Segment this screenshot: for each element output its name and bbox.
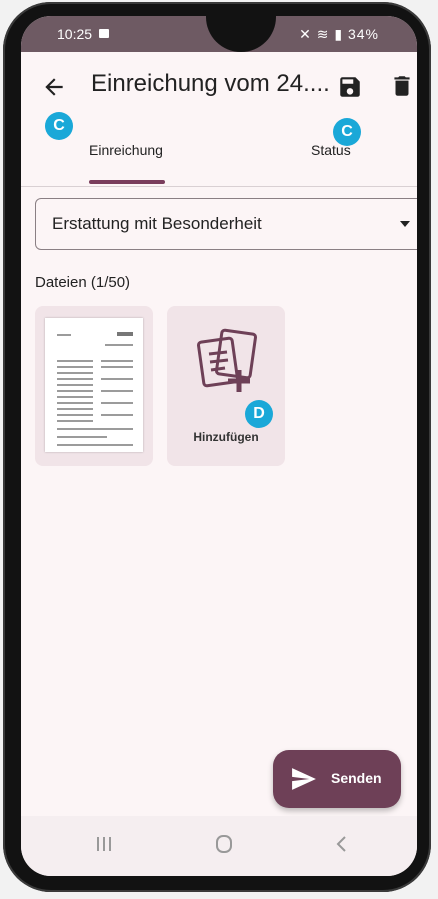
document-thumbnail [45,318,143,452]
delete-icon[interactable] [389,72,415,100]
home-icon[interactable] [209,832,239,856]
app-bar: Einreichung vom 24.... C C [21,52,417,146]
tab-bar: Einreichung Status [21,130,417,187]
status-right: ✕ ≋ ▮ 34% [299,26,379,43]
tab-status[interactable]: Status [311,142,351,158]
gallery-notification-icon [99,29,109,38]
file-thumbnail-card[interactable] [35,306,153,466]
save-icon[interactable] [337,74,363,100]
status-time: 10:25 [57,26,93,42]
nav-back-icon[interactable] [327,832,357,856]
add-file-button[interactable]: Hinzufügen D [167,306,285,466]
add-document-icon [196,328,258,392]
signal-icons: ✕ ≋ ▮ [299,26,344,42]
tab-indicator [89,180,165,184]
send-icon [292,768,316,790]
send-label: Senden [331,770,382,786]
select-value: Erstattung mit Besonderheit [52,214,262,233]
screen: 10:25 ✕ ≋ ▮ 34% Einreichung vom 24.... C… [21,16,417,876]
add-file-label: Hinzufügen [193,430,259,444]
phone-frame: 10:25 ✕ ≋ ▮ 34% Einreichung vom 24.... C… [3,2,431,892]
back-arrow-icon[interactable] [41,74,67,100]
files-count-label: Dateien (1/50) [35,274,131,291]
battery-percent: 34% [347,26,379,42]
tab-einreichung[interactable]: Einreichung [89,142,163,158]
page-title: Einreichung vom 24.... [91,70,330,97]
annotation-badge-d: D [245,400,273,428]
reimbursement-type-select[interactable]: Erstattung mit Besonderheit [35,198,417,250]
recents-icon[interactable] [89,832,119,856]
dropdown-arrow-icon [400,221,410,227]
system-nav-bar [21,816,417,876]
send-button[interactable]: Senden [273,750,401,808]
